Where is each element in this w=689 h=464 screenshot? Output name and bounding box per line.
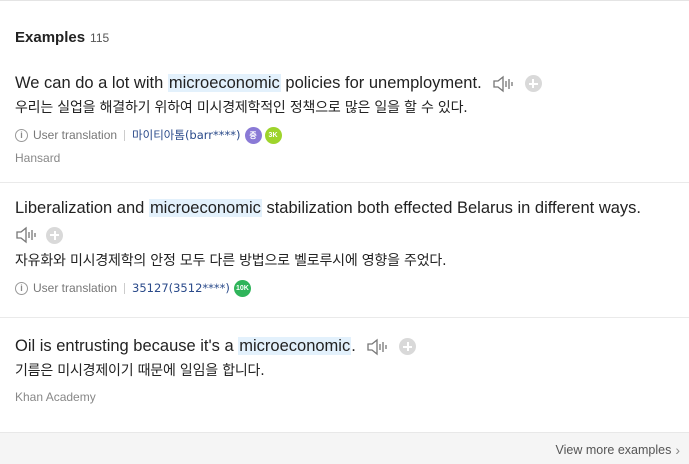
plus-circle-icon[interactable] — [46, 226, 64, 244]
translation-meta: i User translation 35127(3512****) 10K — [15, 279, 251, 297]
speaker-icon[interactable] — [15, 225, 39, 245]
speaker-icon[interactable] — [492, 74, 516, 94]
translation-type: User translation — [33, 128, 118, 142]
meta-divider — [124, 282, 126, 294]
sentence-text: policies for unemployment. — [280, 74, 482, 92]
user-link[interactable]: 35127(3512****) — [132, 281, 230, 295]
sentence-text: Oil is entrusting because it's a — [15, 337, 239, 355]
korean-translation: 자유화와 미시경제학의 안정 모두 다른 방법으로 벨로루시에 영향을 주었다. — [15, 253, 447, 269]
example-item: We can do a lot with microeconomic polic… — [0, 60, 689, 183]
example-item: Liberalization and microeconomic stabili… — [0, 184, 689, 318]
examples-count: 115 — [90, 31, 110, 45]
sentence-text: We can do a lot with — [15, 74, 168, 92]
footer-bar: View more examples › — [0, 432, 689, 464]
points-badge: 10K — [233, 279, 251, 297]
example-sentence: We can do a lot with microeconomic polic… — [15, 72, 542, 94]
source-label: Khan Academy — [15, 390, 96, 404]
plus-circle-icon[interactable] — [399, 338, 416, 356]
example-sentence: Oil is entrusting because it's a microec… — [15, 335, 416, 357]
source-label: Hansard — [15, 151, 61, 165]
example-item: Oil is entrusting because it's a microec… — [0, 319, 689, 431]
view-more-examples-link[interactable]: View more examples › — [556, 442, 680, 458]
level-badge: 중 — [244, 126, 262, 144]
audio-controls — [15, 225, 64, 245]
points-badge: 3K — [264, 126, 282, 144]
info-icon[interactable]: i — [15, 128, 28, 142]
user-link[interactable]: 마이티아톰(barr****) — [132, 127, 240, 143]
sentence-text: stabilization both effected Belarus in d… — [261, 199, 642, 217]
speaker-icon[interactable] — [366, 337, 390, 357]
top-divider — [0, 0, 689, 1]
sentence-text: . — [351, 337, 356, 355]
example-sentence: Liberalization and microeconomic stabili… — [15, 197, 641, 219]
examples-header: Examples 115 — [15, 29, 109, 47]
translation-meta: i User translation 마이티아톰(barr****) 중 3K — [15, 126, 282, 144]
plus-circle-icon[interactable] — [524, 75, 542, 93]
sentence-text: Liberalization and — [15, 199, 149, 217]
info-icon[interactable]: i — [15, 281, 28, 295]
highlighted-term: microeconomic — [167, 74, 281, 92]
section-title: Examples — [15, 29, 86, 46]
korean-translation: 우리는 실업을 해결하기 위하여 미시경제학적인 정책으로 많은 일을 할 수 … — [15, 100, 468, 116]
chevron-right-icon: › — [675, 442, 680, 458]
highlighted-term: microeconomic — [148, 199, 262, 217]
view-more-label: View more examples — [555, 443, 672, 457]
translation-type: User translation — [33, 281, 118, 295]
korean-translation: 기름은 미시경제이기 때문에 일임을 합니다. — [15, 363, 265, 379]
meta-divider — [124, 129, 126, 141]
highlighted-term: microeconomic — [238, 337, 352, 355]
